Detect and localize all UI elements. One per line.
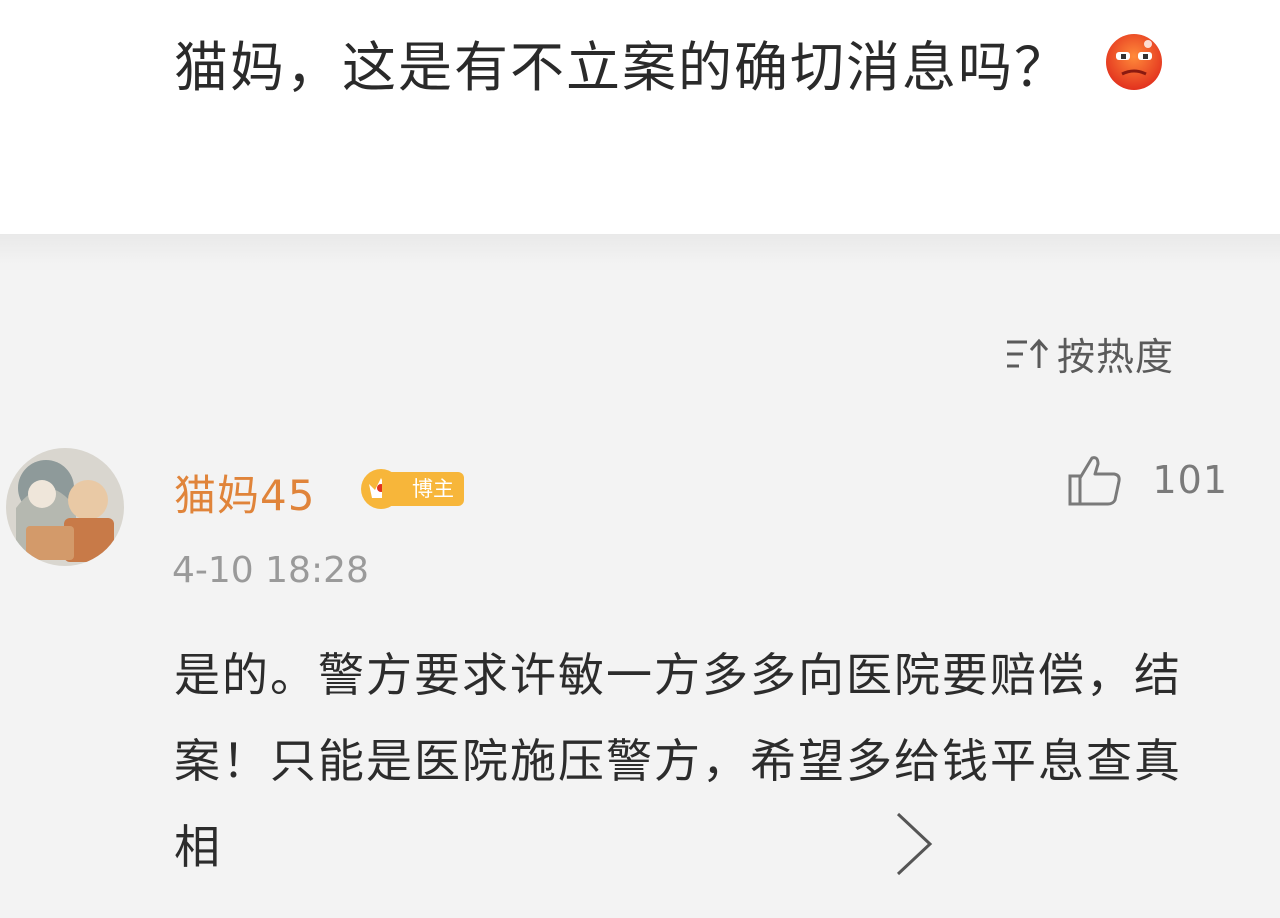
- comment-text: 是的。警方要求许敏一方多多向医院要赔偿，结案！只能是医院施压警方，希望多给钱平息…: [174, 648, 1182, 874]
- author-badge: 博主: [358, 466, 464, 512]
- angry-face-emoji-icon: [1104, 32, 1164, 92]
- thumbs-up-icon: [1068, 456, 1122, 506]
- chevron-right-icon[interactable]: [892, 810, 936, 878]
- comment-username[interactable]: 猫妈45: [174, 462, 315, 523]
- sort-by-hotness-button[interactable]: 按热度: [1005, 326, 1174, 381]
- post-text: 猫妈，这是有不立案的确切消息吗？: [174, 22, 1174, 114]
- section-divider: [0, 234, 1280, 264]
- avatar[interactable]: [6, 448, 124, 566]
- comment-item[interactable]: 猫妈45 博主 101 4-10 18:28 是的。警方要求许敏一方多多向医院要…: [0, 440, 1280, 918]
- sort-label: 按热度: [1056, 335, 1174, 379]
- post-content: 猫妈，这是有不立案的确切消息吗？: [0, 0, 1280, 234]
- badge-label: 博主: [382, 472, 464, 506]
- like-count: 101: [1152, 458, 1228, 502]
- like-button[interactable]: 101: [1064, 450, 1228, 510]
- sort-icon: [1006, 338, 1049, 368]
- post-body: 猫妈，这是有不立案的确切消息吗？: [174, 36, 1070, 99]
- comment-timestamp: 4-10 18:28: [172, 550, 369, 591]
